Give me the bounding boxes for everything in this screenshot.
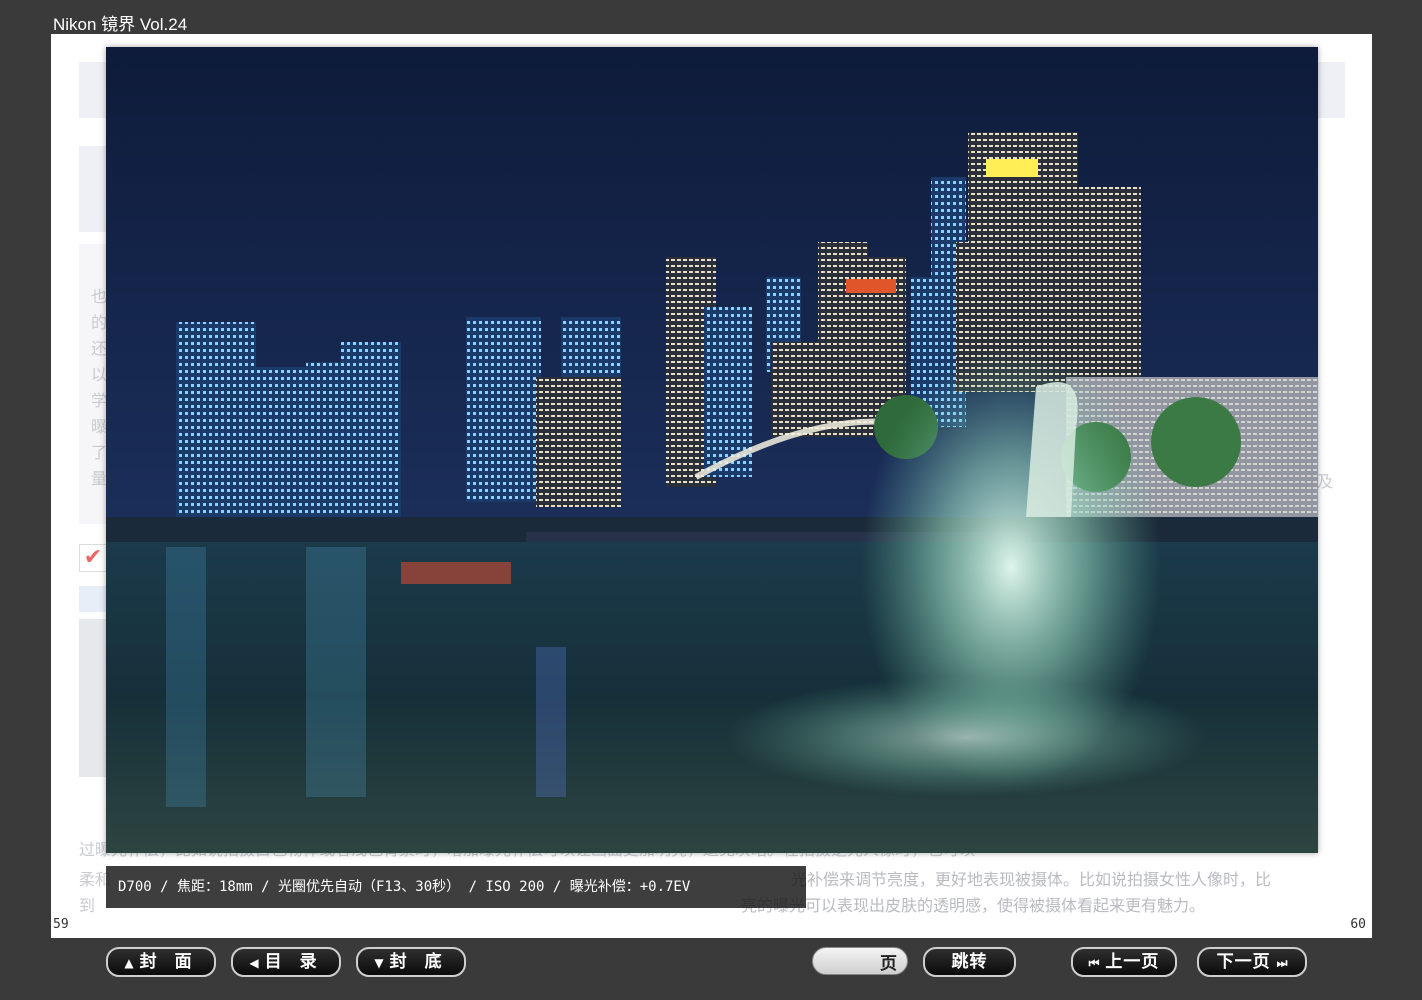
page-number-field[interactable]: 页 bbox=[812, 947, 908, 975]
toc-button-label: 目 录 bbox=[264, 952, 323, 972]
next-page-button[interactable]: 下一页 ⏭ bbox=[1197, 947, 1307, 977]
triangle-up-icon: ▲ bbox=[124, 956, 134, 970]
photo-caption: D700 / 焦距：18mm / 光圈优先自动（F13、30秒） / ISO 2… bbox=[106, 866, 806, 908]
page-number-input[interactable] bbox=[825, 952, 887, 972]
app-title: Nikon 镜界 Vol.24 bbox=[53, 15, 188, 34]
side-text-column: 也的 还以 学曝 了量 bbox=[91, 287, 108, 488]
triangle-down-icon: ▼ bbox=[374, 956, 384, 970]
back-cover-button[interactable]: ▼ 封 底 bbox=[356, 947, 466, 977]
enlarged-photo[interactable] bbox=[106, 47, 1318, 853]
night-skyline-illustration bbox=[106, 47, 1318, 853]
page-number-right: 60 bbox=[1350, 917, 1366, 932]
cover-button[interactable]: ▲ 封 面 bbox=[106, 947, 216, 977]
jump-button[interactable]: 跳转 bbox=[923, 947, 1016, 977]
prev-page-button[interactable]: ⏮ 上一页 bbox=[1071, 947, 1177, 977]
triangle-left-icon: ◀ bbox=[249, 956, 259, 970]
next-page-label: 下一页 bbox=[1216, 952, 1271, 972]
cover-button-label: 封 面 bbox=[139, 952, 198, 972]
skip-back-icon: ⏮ bbox=[1088, 956, 1100, 970]
subheading-tab bbox=[79, 586, 109, 612]
body-text-right-2: 亮的曝光可以表现出皮肤的透明感，使得被摄体看起来更有魅力。 bbox=[741, 896, 1206, 915]
prev-page-label: 上一页 bbox=[1105, 952, 1160, 972]
jump-button-label: 跳转 bbox=[951, 952, 988, 972]
back-cover-button-label: 封 底 bbox=[389, 952, 448, 972]
body-text-line-3: 到 bbox=[79, 896, 96, 915]
checkmark-icon: ✔ bbox=[79, 544, 107, 572]
toc-button[interactable]: ◀ 目 录 bbox=[231, 947, 341, 977]
skip-forward-icon: ⏭ bbox=[1276, 956, 1288, 970]
page-number-left: 59 bbox=[53, 917, 69, 932]
